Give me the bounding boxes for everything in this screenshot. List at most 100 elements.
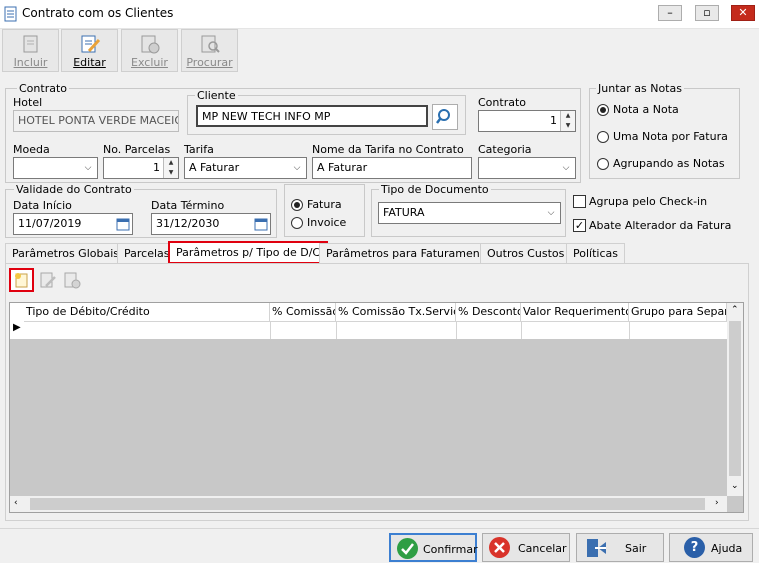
bottom-divider	[0, 528, 759, 529]
exit-door-icon	[587, 539, 606, 557]
incluir-button[interactable]: Incluir	[2, 29, 59, 72]
scroll-thumb[interactable]	[729, 321, 741, 476]
tarifa-select[interactable]: A Faturar ⌵	[184, 157, 307, 179]
table-row[interactable]	[24, 321, 727, 339]
data-termino-value: 31/12/2030	[156, 217, 220, 230]
incluir-label: Incluir	[13, 56, 48, 69]
tab-parametros-globais[interactable]: Parâmetros Globais	[5, 243, 126, 263]
agrupando-label: Agrupando as Notas	[613, 157, 725, 170]
uma-nota-radio[interactable]	[597, 131, 609, 143]
validade-group-title: Validade do Contrato	[14, 183, 134, 196]
cancelar-button[interactable]: Cancelar	[482, 533, 570, 562]
nota-a-nota-label: Nota a Nota	[613, 103, 679, 116]
procurar-button[interactable]: Procurar	[181, 29, 238, 72]
agrupando-radio[interactable]	[597, 158, 609, 170]
nota-a-nota-radio[interactable]	[597, 104, 609, 116]
parcelas-label: No. Parcelas	[103, 143, 171, 156]
moeda-select[interactable]: ⌵	[13, 157, 98, 179]
nome-tarifa-field[interactable]: A Faturar	[312, 157, 472, 179]
tarifa-value: A Faturar	[189, 161, 240, 174]
app-icon	[4, 6, 17, 22]
parcelas-spinner[interactable]: ▲ ▼	[163, 158, 178, 178]
cliente-search-button[interactable]	[432, 104, 458, 130]
help-icon: ?	[684, 537, 705, 558]
agrupa-checkbox[interactable]	[573, 195, 586, 208]
scroll-down-icon[interactable]: ⌄	[731, 481, 739, 491]
column-header[interactable]: Grupo para Separa	[629, 303, 727, 321]
new-document-icon	[23, 35, 37, 53]
data-termino-field[interactable]: 31/12/2030	[151, 213, 271, 235]
title-bar: Contrato com os Clientes – ▫ ✕	[0, 0, 759, 29]
tab-parametros-tipo-dc[interactable]: Parâmetros p/ Tipo de D/C	[168, 241, 329, 264]
invoice-radio[interactable]	[291, 217, 303, 229]
tab-outros-custos[interactable]: Outros Custos	[480, 243, 572, 263]
sair-button[interactable]: Sair	[576, 533, 664, 562]
search-icon	[436, 109, 450, 124]
fatura-label: Fatura	[307, 198, 342, 211]
add-item-button[interactable]	[9, 268, 34, 292]
ajuda-label: Ajuda	[711, 542, 743, 555]
categoria-select[interactable]: ⌵	[478, 157, 576, 179]
sair-label: Sair	[625, 542, 647, 555]
calendar-icon[interactable]	[116, 217, 130, 231]
cancel-icon	[489, 537, 510, 558]
column-header[interactable]: Valor Requerimento	[521, 303, 629, 321]
window-title: Contrato com os Clientes	[22, 6, 174, 20]
scroll-right-icon[interactable]: ›	[715, 498, 719, 508]
maximize-button[interactable]: ▫	[695, 5, 719, 21]
data-inicio-value: 11/07/2019	[18, 217, 82, 230]
tab-parametros-faturamento[interactable]: Parâmetros para Faturamento	[319, 243, 498, 263]
current-row-arrow-icon: ▶	[13, 322, 21, 333]
editar-label: Editar	[73, 56, 106, 69]
abate-label: Abate Alterador da Fatura	[589, 219, 732, 232]
check-icon	[397, 538, 418, 559]
categoria-label: Categoria	[478, 143, 532, 156]
tipo-documento-value: FATURA	[383, 206, 425, 219]
column-header[interactable]: % Comissão	[270, 303, 336, 321]
parcelas-value: 1	[153, 161, 160, 174]
scroll-thumb-horizontal[interactable]	[30, 498, 705, 510]
cancelar-label: Cancelar	[518, 542, 567, 555]
editar-button[interactable]: Editar	[61, 29, 118, 72]
cliente-field[interactable]: MP NEW TECH INFO MP	[196, 105, 428, 127]
vertical-scrollbar[interactable]: ⌃ ⌄	[727, 303, 743, 496]
edit-document-icon	[40, 272, 56, 288]
data-termino-label: Data Término	[151, 199, 225, 212]
delete-document-icon	[141, 35, 159, 54]
confirmar-button[interactable]: Confirmar	[389, 533, 478, 562]
chevron-down-icon: ⌵	[562, 163, 570, 173]
excluir-label: Excluir	[131, 56, 168, 69]
calendar-icon[interactable]	[254, 217, 268, 231]
nome-tarifa-label: Nome da Tarifa no Contrato	[312, 143, 464, 156]
column-header[interactable]: % Desconto	[456, 303, 521, 321]
fatura-radio[interactable]	[291, 199, 303, 211]
parcelas-field[interactable]: 1 ▲ ▼	[103, 157, 179, 179]
tipo-documento-select[interactable]: FATURA ⌵	[378, 202, 561, 224]
add-document-icon	[15, 273, 28, 288]
row-indicator-column	[10, 303, 25, 339]
horizontal-scrollbar[interactable]: ‹ ›	[10, 496, 727, 512]
contrato-spinner[interactable]: ▲ ▼	[560, 111, 575, 131]
scroll-up-icon[interactable]: ⌃	[731, 305, 739, 315]
chevron-down-icon: ⌵	[84, 163, 92, 173]
ajuda-button[interactable]: ? Ajuda	[669, 533, 753, 562]
hotel-field[interactable]: HOTEL PONTA VERDE MACEIÓ	[13, 110, 179, 132]
contrato-group-title: Contrato	[17, 82, 70, 95]
scroll-left-icon[interactable]: ‹	[14, 498, 18, 508]
column-header[interactable]: % Comissão Tx.Serviço	[336, 303, 456, 321]
contrato-label: Contrato	[478, 96, 527, 109]
contrato-field[interactable]: 1 ▲ ▼	[478, 110, 576, 132]
edit-item-button[interactable]	[37, 270, 59, 290]
cliente-group-title: Cliente	[195, 89, 238, 102]
procurar-label: Procurar	[186, 56, 233, 69]
chevron-down-icon: ⌵	[293, 163, 301, 173]
tab-politicas[interactable]: Políticas	[566, 243, 625, 263]
delete-item-button[interactable]	[61, 270, 83, 290]
minimize-button[interactable]: –	[658, 5, 682, 21]
close-button[interactable]: ✕	[731, 5, 755, 21]
abate-checkbox[interactable]: ✓	[573, 219, 586, 232]
excluir-button[interactable]: Excluir	[121, 29, 178, 72]
column-header[interactable]: Tipo de Débito/Crédito	[24, 303, 270, 321]
data-inicio-field[interactable]: 11/07/2019	[13, 213, 133, 235]
invoice-label: Invoice	[307, 216, 347, 229]
